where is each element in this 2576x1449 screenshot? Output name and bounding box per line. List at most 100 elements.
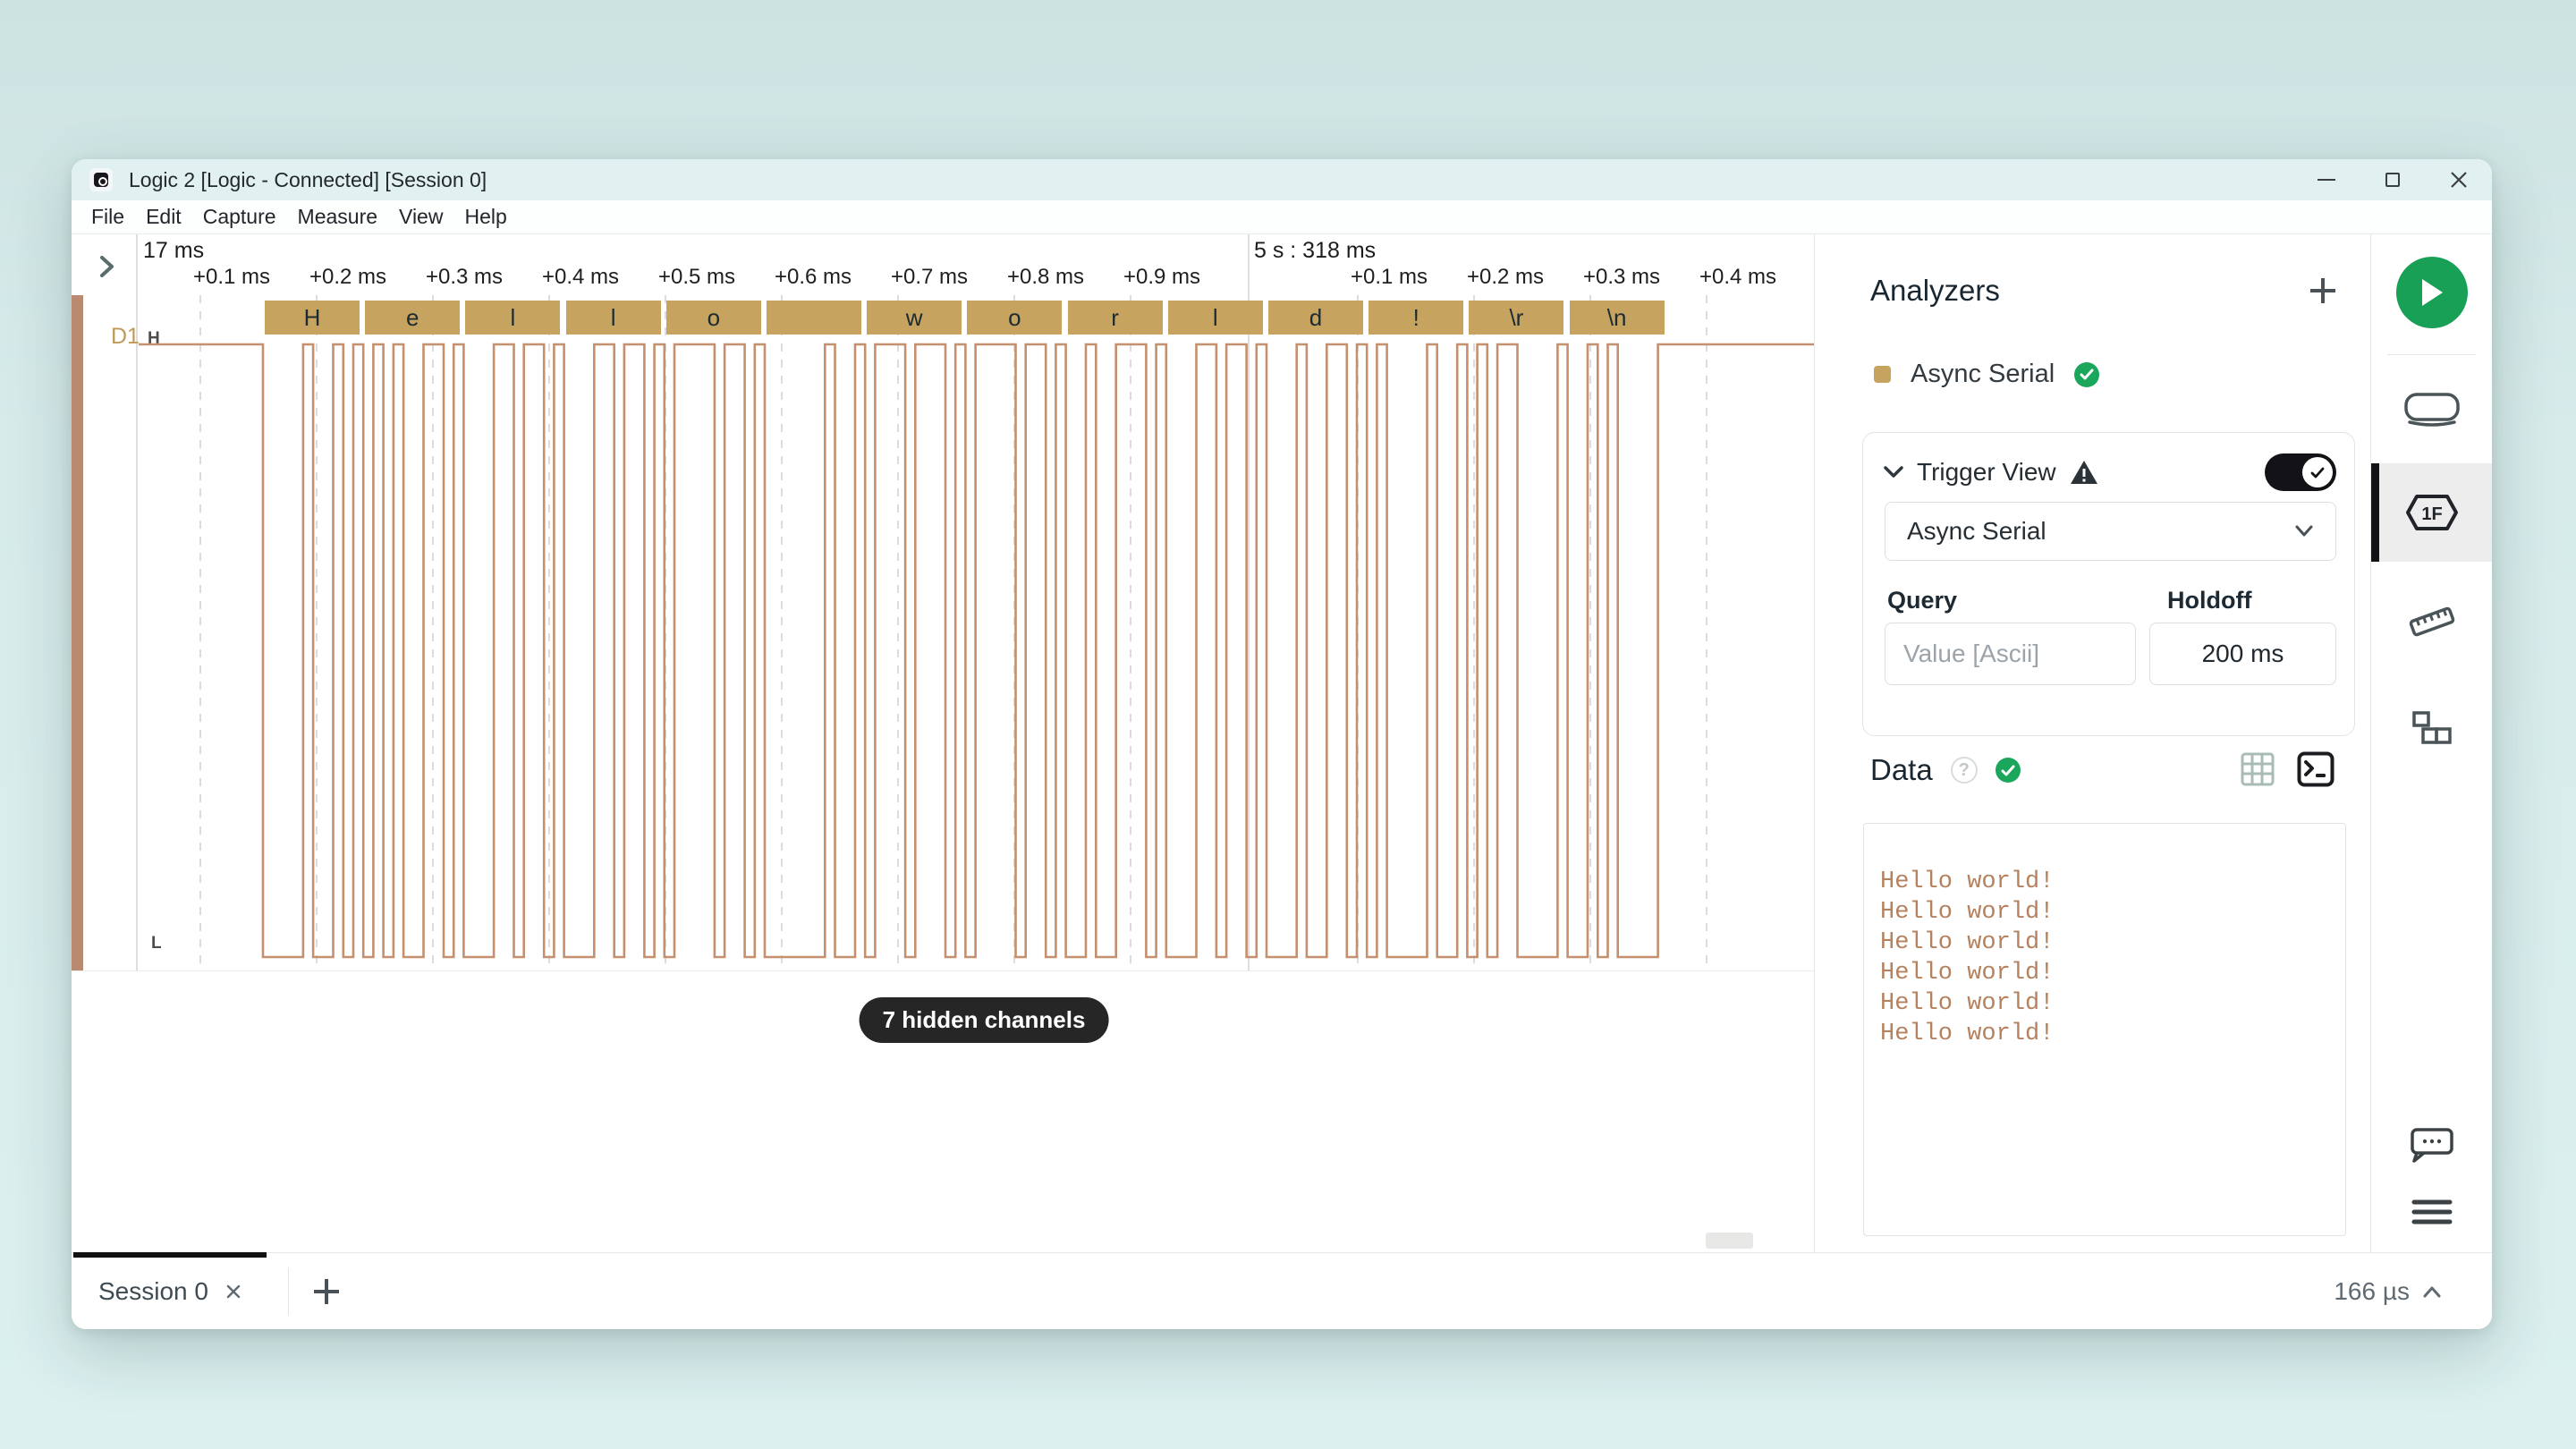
menu-capture[interactable]: Capture: [192, 205, 287, 229]
timeline-trigger-label: 5 s : 318 ms: [1254, 238, 1376, 264]
analyzer-name: Async Serial: [1911, 360, 2055, 389]
terminal-line: Hello world!: [1880, 958, 2345, 988]
channel-waveform-area[interactable]: Helloworld!\r\n: [72, 295, 1814, 970]
tick-label: +0.6 ms: [775, 265, 852, 290]
holdoff-value: 200 ms: [2202, 640, 2284, 668]
query-placeholder: Value [Ascii]: [1903, 640, 2039, 668]
table-view-icon[interactable]: [2240, 751, 2275, 787]
query-input[interactable]: Value [Ascii]: [1885, 623, 2136, 685]
maximize-icon: [2385, 173, 2400, 187]
horizontal-scrollbar-thumb[interactable]: [1706, 1233, 1753, 1249]
decode-bubble: l: [1168, 301, 1263, 335]
minimize-icon: [2318, 179, 2335, 181]
terminal-line: Hello world!: [1880, 988, 2345, 1019]
active-tab-indicator: [2371, 463, 2379, 562]
right-toolbar: 1F: [2370, 234, 2491, 1252]
session-tab-label: Session 0: [98, 1277, 208, 1306]
terminal-line: Hello world!: [1880, 928, 2345, 958]
menu-help[interactable]: Help: [453, 205, 517, 229]
chat-bubble-icon: [2409, 1126, 2455, 1164]
tab-session-0[interactable]: Session 0: [72, 1253, 265, 1329]
tick-label: +0.7 ms: [891, 265, 968, 290]
trigger-view-label: Trigger View: [1917, 458, 2056, 487]
help-icon[interactable]: ?: [1951, 757, 1978, 784]
feedback-button[interactable]: [2371, 1114, 2492, 1176]
chevron-up-icon: [2422, 1285, 2442, 1298]
terminal-line: Hello world!: [1880, 1019, 2345, 1049]
chevron-down-icon[interactable]: [1883, 465, 1904, 479]
device-settings-button[interactable]: [2371, 374, 2492, 445]
analyzers-panel: Analyzers Async Serial Trigger View: [1814, 234, 2370, 1252]
decode-bubble: l: [566, 301, 661, 335]
menubar: FileEditCaptureMeasureViewHelp: [72, 200, 2492, 234]
menu-measure[interactable]: Measure: [287, 205, 388, 229]
decode-bubble: l: [465, 301, 560, 335]
menu-edit[interactable]: Edit: [135, 205, 192, 229]
timeline-ruler: 17 ms 5 s : 318 ms +0.1 ms+0.2 ms+0.3 ms…: [72, 234, 1814, 295]
analyzer-ok-check-icon: [2074, 362, 2099, 387]
decode-bubble: d: [1268, 301, 1363, 335]
start-capture-button[interactable]: [2371, 257, 2492, 328]
tick-label: +0.5 ms: [658, 265, 735, 290]
tick-label: +0.4 ms: [542, 265, 619, 290]
new-session-button[interactable]: [311, 1276, 342, 1307]
titlebar[interactable]: Logic 2 [Logic - Connected] [Session 0]: [72, 159, 2492, 200]
decode-bubble: !: [1368, 301, 1463, 335]
trigger-analyzer-select[interactable]: Async Serial: [1885, 502, 2336, 561]
main-menu-button[interactable]: [2371, 1181, 2492, 1243]
data-ok-check-icon: [1996, 758, 2021, 783]
waveform-viewport[interactable]: 17 ms 5 s : 318 ms +0.1 ms+0.2 ms+0.3 ms…: [72, 234, 1814, 1252]
tick-label: +0.2 ms: [1467, 265, 1544, 290]
terminal-line: Hello world!: [1880, 897, 2345, 928]
measure-button[interactable]: [2371, 590, 2492, 653]
decode-bubble: o: [967, 301, 1062, 335]
holdoff-input[interactable]: 200 ms: [2149, 623, 2336, 685]
timeline-origin-label: 17 ms: [143, 238, 204, 264]
channel-area-divider: [72, 970, 1814, 971]
extensions-button[interactable]: [2371, 698, 2492, 760]
tick-label: +0.8 ms: [1007, 265, 1084, 290]
hidden-channels-pill[interactable]: 7 hidden channels: [860, 997, 1109, 1043]
tick-label: +0.3 ms: [426, 265, 503, 290]
tick-label: +0.3 ms: [1583, 265, 1660, 290]
ruler-icon: [2407, 602, 2457, 641]
close-tab-icon[interactable]: [225, 1283, 242, 1301]
trigger-analyzer-selected-value: Async Serial: [1907, 517, 2046, 546]
svg-text:1F: 1F: [2421, 504, 2442, 524]
analyzers-title: Analyzers: [1870, 274, 2000, 308]
trigger-view-toggle[interactable]: [2265, 453, 2336, 491]
tick-label: +0.4 ms: [1699, 265, 1776, 290]
analyzer-color-bullet-icon: [1874, 366, 1891, 383]
terminal-line: Hello world!: [1880, 867, 2345, 897]
terminal-view-icon[interactable]: [2297, 751, 2334, 787]
timing-readout[interactable]: 166 µs: [2334, 1253, 2442, 1329]
chevron-down-icon: [2294, 525, 2314, 538]
minimize-button[interactable]: [2293, 159, 2360, 200]
data-title: Data: [1870, 753, 1933, 787]
collapse-timeline-chevron-icon[interactable]: [97, 254, 116, 279]
hamburger-menu-icon: [2411, 1197, 2453, 1227]
decode-bubble: [767, 301, 861, 335]
maximize-button[interactable]: [2360, 159, 2426, 200]
warning-icon: [2069, 459, 2099, 486]
data-terminal-output[interactable]: Hello world!Hello world!Hello world!Hell…: [1863, 823, 2346, 1236]
timing-value: 166 µs: [2334, 1277, 2410, 1306]
decode-bubble: H: [265, 301, 360, 335]
decode-bubble: \r: [1469, 301, 1563, 335]
tab-analyzers[interactable]: 1F: [2371, 463, 2492, 562]
window-title: Logic 2 [Logic - Connected] [Session 0]: [129, 168, 487, 192]
menu-view[interactable]: View: [388, 205, 453, 229]
tick-label: +0.2 ms: [309, 265, 386, 290]
analyzer-row-async-serial[interactable]: Async Serial: [1874, 360, 2099, 389]
add-analyzer-button[interactable]: [2308, 275, 2338, 306]
analyzer-1f-icon: 1F: [2404, 493, 2460, 532]
menu-file[interactable]: File: [80, 205, 135, 229]
decode-bubble: e: [365, 301, 460, 335]
holdoff-label: Holdoff: [2167, 587, 2251, 614]
tab-separator: [288, 1267, 289, 1316]
session-bar: Session 0 166 µs: [72, 1252, 2492, 1329]
play-icon: [2419, 277, 2445, 308]
close-button[interactable]: [2426, 159, 2492, 200]
query-label: Query: [1887, 587, 1957, 614]
decode-bubble: w: [867, 301, 962, 335]
